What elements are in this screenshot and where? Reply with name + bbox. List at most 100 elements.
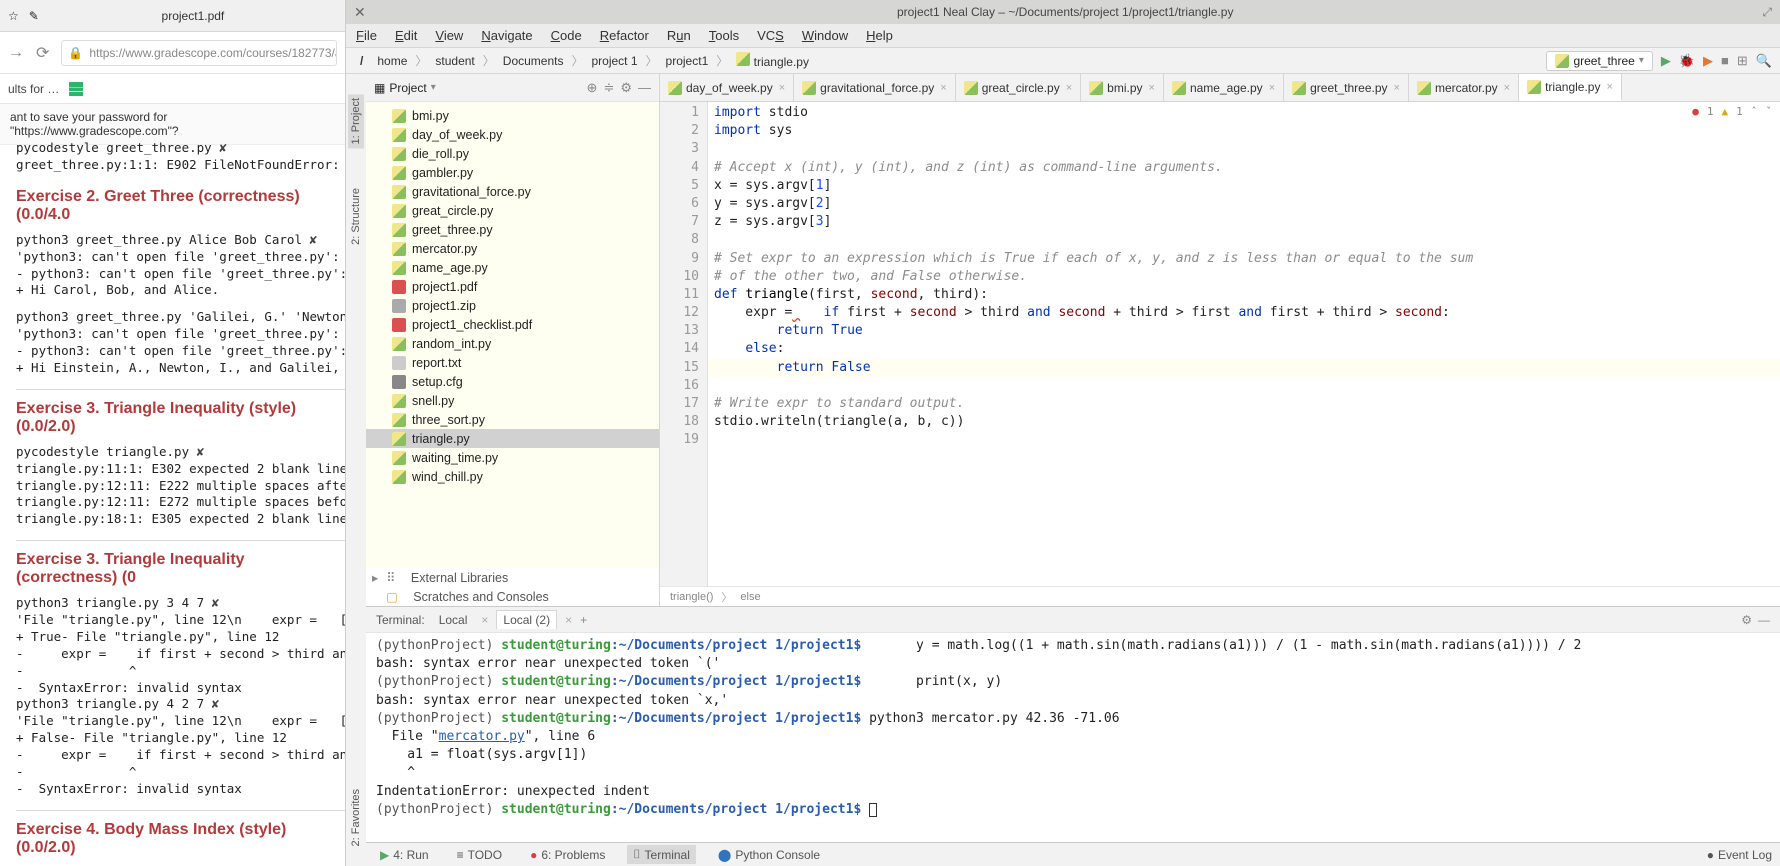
side-tab-favorites[interactable]: 2: Favorites <box>350 789 362 846</box>
run-icon[interactable]: ▶ <box>1661 53 1671 69</box>
editor-tab-gravitational_force-py[interactable]: gravitational_force.py× <box>794 74 956 101</box>
menu-edit[interactable]: Edit <box>395 28 417 43</box>
chevron-up-icon[interactable]: ˆ <box>1751 104 1758 119</box>
tree-item-gambler-py[interactable]: gambler.py <box>366 163 659 182</box>
tree-item-project1-pdf[interactable]: project1.pdf <box>366 277 659 296</box>
tree-item-report-txt[interactable]: report.txt <box>366 353 659 372</box>
crumb-triangle-fn[interactable]: triangle() <box>670 591 713 603</box>
tree-item-name_age-py[interactable]: name_age.py <box>366 258 659 277</box>
forward-icon[interactable]: → <box>8 44 24 62</box>
close-tab-icon[interactable]: × <box>1606 81 1612 93</box>
menu-tools[interactable]: Tools <box>709 28 739 43</box>
editor-tab-day_of_week-py[interactable]: day_of_week.py× <box>660 74 794 101</box>
menu-refactor[interactable]: Refactor <box>600 28 649 43</box>
output-line: - python3: can't open file 'greet_three.… <box>16 266 345 283</box>
crumb-project1[interactable]: project1 <box>660 52 715 70</box>
menu-window[interactable]: Window <box>802 28 848 43</box>
bottom-tab-run[interactable]: ▶4: Run <box>374 846 435 864</box>
tree-item-mercator-py[interactable]: mercator.py <box>366 239 659 258</box>
bottom-tab-terminal[interactable]: ⌷Terminal <box>627 845 696 864</box>
menu-navigate[interactable]: Navigate <box>481 28 532 43</box>
crumb-else[interactable]: else <box>740 591 760 603</box>
bottom-tab-problems[interactable]: ●6: Problems <box>524 846 611 864</box>
close-tab-icon[interactable]: × <box>1504 82 1510 94</box>
menu-code[interactable]: Code <box>551 28 582 43</box>
tree-item-bmi-py[interactable]: bmi.py <box>366 106 659 125</box>
maximize-icon[interactable]: ⤢ <box>1762 5 1772 20</box>
event-log[interactable]: ●Event Log <box>1707 848 1772 862</box>
editor-tab-greet_three-py[interactable]: greet_three.py× <box>1284 74 1409 101</box>
crumb-student[interactable]: student <box>429 52 480 70</box>
gear-icon[interactable]: ⚙ <box>620 80 632 96</box>
code-area[interactable]: ●1 ▲1 ˆˇ 12345678910111213141516171819 i… <box>660 102 1780 586</box>
close-tab-icon[interactable]: × <box>1066 82 1072 94</box>
tree-item-die_roll-py[interactable]: die_roll.py <box>366 144 659 163</box>
close-tab-icon[interactable]: × <box>940 82 946 94</box>
menu-vcs[interactable]: VCS <box>757 28 784 43</box>
close-icon[interactable]: ✕ <box>354 4 368 21</box>
menu-view[interactable]: View <box>435 28 463 43</box>
editor-tab-bmi-py[interactable]: bmi.py× <box>1081 74 1164 101</box>
close-tab-icon[interactable]: × <box>779 82 785 94</box>
inspection-hints[interactable]: ●1 ▲1 ˆˇ <box>1692 104 1772 119</box>
tree-item-great_circle-py[interactable]: great_circle.py <box>366 201 659 220</box>
tree-item-day_of_week-py[interactable]: day_of_week.py <box>366 125 659 144</box>
menu-run[interactable]: Run <box>667 28 691 43</box>
menu-help[interactable]: Help <box>866 28 893 43</box>
crumb-home[interactable]: home <box>371 52 413 70</box>
bookmark-icon[interactable]: ☆ <box>8 9 19 23</box>
tree-item-greet_three-py[interactable]: greet_three.py <box>366 220 659 239</box>
hide-icon[interactable]: — <box>638 80 651 96</box>
menu-file[interactable]: File <box>356 28 377 43</box>
debug-icon[interactable]: 🐞 <box>1679 53 1695 69</box>
locate-icon[interactable]: ⊕ <box>587 80 598 96</box>
hide-icon[interactable]: — <box>1758 613 1770 627</box>
tree-item-gravitational_force-py[interactable]: gravitational_force.py <box>366 182 659 201</box>
file-icon <box>392 413 406 427</box>
bottom-tab-todo[interactable]: ≡TODO <box>451 846 508 864</box>
new-terminal-icon[interactable]: + <box>580 613 587 627</box>
crumb-documents[interactable]: Documents <box>497 52 570 70</box>
update-icon[interactable]: ⊞ <box>1737 53 1748 69</box>
search-icon[interactable]: 🔍 <box>1756 53 1772 69</box>
terminal-tab-local[interactable]: Local <box>433 611 474 629</box>
bottom-tab-console[interactable]: ⬤Python Console <box>712 846 826 864</box>
gear-icon[interactable]: ⚙ <box>1741 613 1752 627</box>
close-tab-icon[interactable]: × <box>1269 82 1275 94</box>
tree-item-wind_chill-py[interactable]: wind_chill.py <box>366 467 659 486</box>
external-libraries[interactable]: ▸⠿ External Libraries <box>366 568 659 587</box>
project-dropdown-icon[interactable]: ▾ <box>431 82 436 93</box>
tree-item-project1-zip[interactable]: project1.zip <box>366 296 659 315</box>
tree-item-waiting_time-py[interactable]: waiting_time.py <box>366 448 659 467</box>
tree-item-random_int-py[interactable]: random_int.py <box>366 334 659 353</box>
file-tree[interactable]: bmi.pyday_of_week.pydie_roll.pygambler.p… <box>366 102 659 568</box>
stop-icon[interactable]: ■ <box>1721 53 1729 68</box>
editor-tab-mercator-py[interactable]: mercator.py× <box>1409 74 1519 101</box>
address-bar[interactable]: 🔒 https://www.gradescope.com/courses/182… <box>61 40 337 66</box>
tree-item-triangle-py[interactable]: triangle.py <box>366 429 659 448</box>
tree-item-three_sort-py[interactable]: three_sort.py <box>366 410 659 429</box>
tree-item-setup-cfg[interactable]: setup.cfg <box>366 372 659 391</box>
close-tab-icon[interactable]: × <box>1394 82 1400 94</box>
run-config-select[interactable]: greet_three ▾ <box>1546 51 1652 71</box>
run-coverage-icon[interactable]: ▶ <box>1703 53 1713 69</box>
collapse-icon[interactable]: ≑ <box>603 80 614 96</box>
code-editor[interactable]: import stdioimport sys# Accept x (int), … <box>708 102 1780 586</box>
editor-tab-triangle-py[interactable]: triangle.py× <box>1519 74 1622 101</box>
tree-item-project1_checklist-pdf[interactable]: project1_checklist.pdf <box>366 315 659 334</box>
scratches[interactable]: ▢ Scratches and Consoles <box>366 587 659 606</box>
editor-tab-great_circle-py[interactable]: great_circle.py× <box>956 74 1081 101</box>
project-header-label[interactable]: Project <box>389 81 426 95</box>
reload-icon[interactable]: ⟳ <box>36 43 49 63</box>
terminal-body[interactable]: (pythonProject) student@turing:~/Documen… <box>366 633 1780 842</box>
close-tab-icon[interactable]: × <box>1149 82 1155 94</box>
chevron-down-icon[interactable]: ˇ <box>1765 104 1772 119</box>
side-tab-structure[interactable]: 2: Structure <box>350 188 362 245</box>
crumb-project1-dir[interactable]: project 1 <box>586 52 644 70</box>
bar-chart-icon[interactable] <box>69 82 83 96</box>
tree-item-snell-py[interactable]: snell.py <box>366 391 659 410</box>
edit-icon[interactable]: ✎ <box>29 9 39 23</box>
editor-tab-name_age-py[interactable]: name_age.py× <box>1164 74 1284 101</box>
side-tab-project[interactable]: 1: Project <box>348 94 364 148</box>
terminal-tab-local2[interactable]: Local (2) <box>496 610 557 629</box>
